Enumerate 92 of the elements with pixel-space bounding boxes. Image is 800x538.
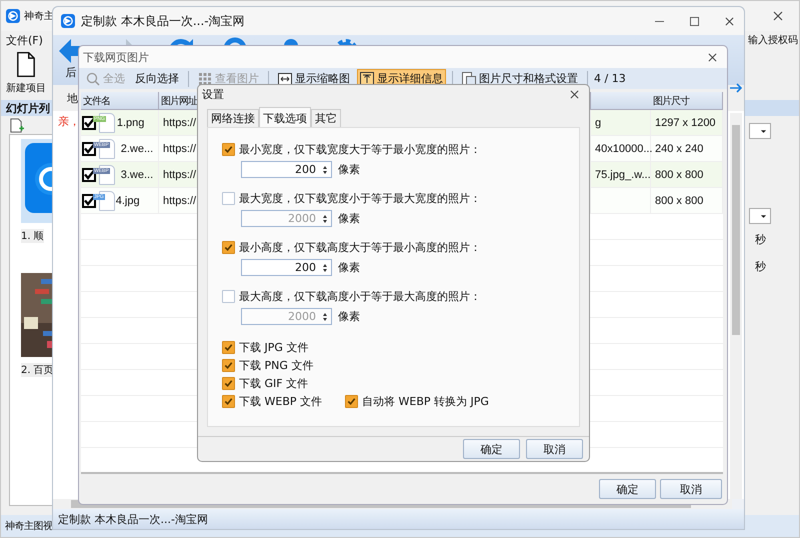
dialog-button[interactable]: 确定	[463, 439, 520, 459]
checkbox-label: 最大宽度，仅下载宽度小于等于最大宽度的照片：	[239, 191, 481, 206]
close-icon[interactable]	[773, 11, 783, 21]
table-cell: 800 x 800	[655, 168, 704, 180]
checkbox-label: 最小高度，仅下载高度大于等于最小高度的照片：	[239, 240, 481, 255]
pages-icon	[462, 72, 476, 86]
dialog-button[interactable]: 取消	[526, 439, 583, 459]
app-logo-icon	[61, 14, 75, 28]
file-name: 4.jpg	[116, 194, 140, 206]
checkbox-label: 下载 JPG 文件	[239, 340, 308, 354]
dropdown[interactable]	[749, 208, 771, 224]
checkbox[interactable]	[82, 194, 96, 208]
resize-icon	[278, 72, 292, 86]
window-title: 定制款 本木良品一次...-淘宝网	[81, 12, 245, 30]
window-title: 下载网页图片	[83, 50, 149, 64]
new-slide-icon[interactable]	[9, 118, 24, 132]
unit-label: 像素	[338, 211, 360, 226]
table-cell: https://	[163, 116, 196, 128]
checkbox[interactable]	[222, 143, 235, 156]
dialog-title: 设置	[202, 86, 224, 102]
spinner-arrows-icon[interactable]	[322, 262, 328, 274]
checkbox[interactable]	[82, 168, 96, 182]
column-header[interactable]: 图片尺寸	[653, 94, 689, 108]
app-logo-icon	[6, 9, 20, 23]
back-label: 后	[66, 65, 76, 80]
spinner-arrows-icon[interactable]	[322, 164, 328, 176]
panel-title: 幻灯片列	[6, 100, 50, 116]
license-link[interactable]: 输入授权码	[748, 33, 798, 47]
close-icon[interactable]	[570, 90, 579, 98]
checkbox[interactable]	[222, 394, 235, 408]
new-project-button[interactable]: 新建项目	[4, 49, 48, 95]
address-label: 地	[67, 90, 78, 106]
checkbox[interactable]	[82, 116, 96, 130]
table-cell: https://	[163, 168, 196, 180]
spinner-arrows-icon[interactable]	[322, 212, 328, 224]
page-counter: 4 / 13	[594, 72, 626, 85]
unit-label: 秒	[755, 259, 766, 274]
dropdown[interactable]	[749, 123, 771, 139]
table-cell: 800 x 800	[655, 194, 704, 206]
search-icon	[86, 72, 100, 86]
unit-label: 像素	[338, 309, 360, 324]
unit-label: 像素	[338, 260, 360, 275]
table-cell: 75.jpg_.w...	[595, 168, 651, 180]
checkbox-label: 最小宽度，仅下载宽度大于等于最小宽度的照片：	[239, 142, 481, 157]
checkbox[interactable]	[345, 394, 358, 408]
table-cell: https://	[163, 142, 196, 154]
spinner-arrows-icon[interactable]	[322, 310, 328, 322]
file-name: 1.png	[116, 116, 144, 128]
menu-item[interactable]: 文件(F)	[6, 32, 43, 48]
maximize-icon[interactable]	[690, 16, 699, 26]
toolbar-button[interactable]: 反向选择	[132, 69, 182, 88]
tab[interactable]: 网络连接	[207, 109, 259, 127]
document-icon	[16, 51, 36, 78]
checkbox[interactable]	[222, 358, 235, 372]
checkbox-label: 最大高度，仅下载高度小于等于最大高度的照片：	[239, 289, 481, 304]
vertical-scrollbar[interactable]	[730, 113, 742, 499]
checkbox-label: 下载 GIF 文件	[239, 376, 308, 390]
checkbox-label: 下载 WEBP 文件	[239, 394, 322, 408]
status-text: 定制款 本木良品一次...-淘宝网	[58, 512, 208, 526]
column-header[interactable]: 文件名	[83, 94, 110, 108]
table-cell: g	[595, 116, 602, 128]
notice-text: 亲，	[58, 114, 80, 128]
tab[interactable]: 其它	[311, 109, 341, 127]
close-icon[interactable]	[708, 52, 717, 62]
table-cell: https://	[163, 194, 196, 206]
checkbox-label: 下载 PNG 文件	[239, 358, 314, 372]
number-field[interactable]: 200	[241, 259, 332, 276]
tab[interactable]: 下载选项	[259, 107, 311, 128]
table-cell: 240 x 240	[655, 142, 704, 154]
number-field[interactable]: 200	[241, 161, 332, 178]
upload-icon	[360, 72, 374, 86]
table-cell: 1297 x 1200	[655, 116, 716, 128]
file-name: 2.we...	[120, 142, 154, 154]
status-text: 神奇主图视	[5, 520, 52, 533]
slide-label: 2. 百页	[21, 363, 54, 377]
checkbox[interactable]	[222, 241, 235, 254]
dialog-button[interactable]: 确定	[599, 479, 656, 499]
dialog-button[interactable]: 取消	[660, 479, 722, 499]
checkbox[interactable]	[222, 376, 235, 390]
next-arrow-icon[interactable]	[728, 81, 742, 95]
slide-label: 1. 顺	[21, 229, 44, 243]
table-cell: 40x10000...	[595, 142, 652, 154]
unit-label: 像素	[338, 162, 360, 177]
caret-icon	[760, 128, 767, 134]
caret-icon	[760, 214, 767, 218]
checkbox[interactable]	[82, 142, 96, 156]
file-name: 3.we...	[120, 168, 154, 180]
close-icon[interactable]	[725, 16, 734, 26]
checkbox-label: 自动将 WEBP 转换为 JPG	[362, 394, 489, 408]
column-header[interactable]: 图片网址	[161, 94, 197, 108]
checkbox[interactable]	[222, 340, 235, 354]
unit-label: 秒	[755, 232, 766, 247]
